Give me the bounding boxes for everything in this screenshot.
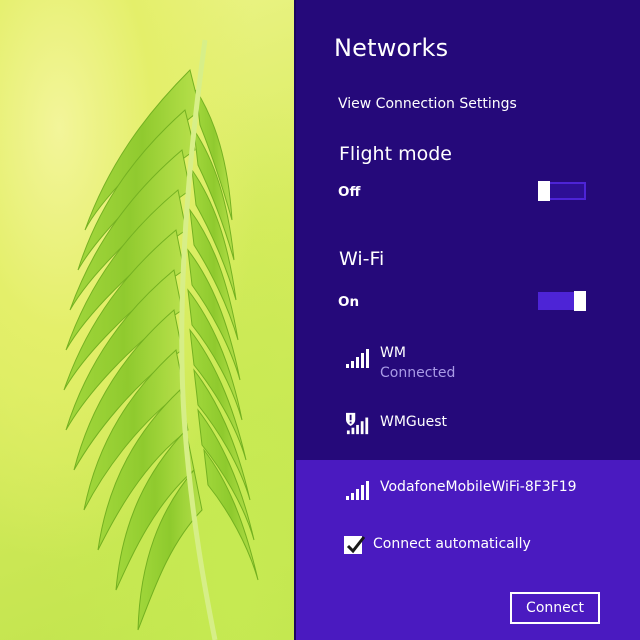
- wifi-shield-warning-icon: [346, 412, 369, 435]
- wifi-heading: Wi-Fi: [339, 248, 385, 270]
- desktop-wallpaper: [0, 0, 296, 640]
- network-status: Connected: [380, 365, 456, 381]
- view-connection-settings-link[interactable]: View Connection Settings: [338, 96, 517, 112]
- wifi-signal-icon: [346, 481, 369, 500]
- toggle-thumb: [574, 291, 586, 311]
- screen: Networks View Connection Settings Flight…: [0, 0, 640, 640]
- network-name: WM: [380, 345, 406, 361]
- fern-leaf-image: [63, 39, 259, 640]
- wifi-signal-icon: [346, 349, 369, 368]
- network-item-vodafonemobilewifi[interactable]: VodafoneMobileWiFi-8F3F19: [296, 472, 640, 508]
- network-item-wm[interactable]: WM Connected: [296, 340, 640, 390]
- network-name: VodafoneMobileWiFi-8F3F19: [380, 479, 577, 495]
- networks-panel: Networks View Connection Settings Flight…: [296, 0, 640, 640]
- connect-button[interactable]: Connect: [510, 592, 600, 624]
- flight-mode-heading: Flight mode: [339, 143, 452, 165]
- connect-automatically-checkbox[interactable]: [344, 536, 366, 554]
- connect-automatically-label: Connect automatically: [373, 536, 531, 552]
- network-name: WMGuest: [380, 414, 448, 430]
- network-item-wmguest[interactable]: WMGuest: [296, 408, 640, 444]
- panel-title: Networks: [334, 34, 449, 62]
- wifi-state-label: On: [338, 294, 360, 310]
- checkmark-icon: [346, 536, 366, 554]
- wifi-toggle[interactable]: [538, 291, 586, 311]
- toggle-thumb: [538, 181, 550, 201]
- flight-mode-state-label: Off: [338, 184, 361, 200]
- flight-mode-toggle[interactable]: [538, 181, 586, 201]
